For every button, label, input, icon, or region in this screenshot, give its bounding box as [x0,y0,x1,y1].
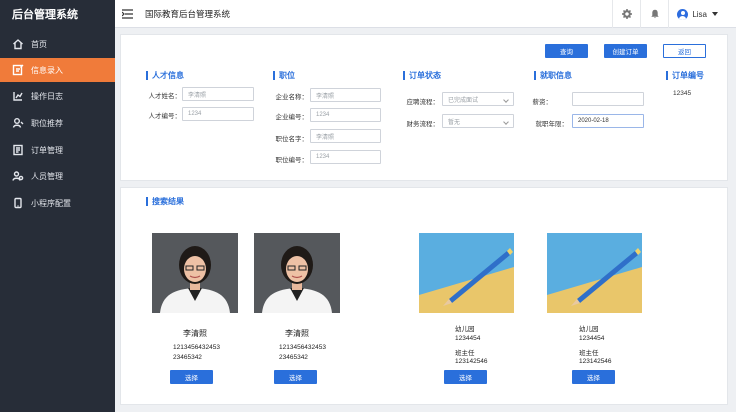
order-icon [12,144,24,156]
select-button[interactable]: 选择 [572,370,615,384]
header-actions: Lisa [612,0,736,28]
school-detail: 班主任 [455,350,475,357]
sidebar-item-label: 小程序配置 [31,198,71,208]
query-button[interactable]: 查询 [545,44,588,58]
company-name-label: 企业名称： [275,94,309,101]
person-detail: 23465342 [173,354,202,361]
section-title-employment: 就职信息 [534,71,572,80]
person-name: 李清照 [183,329,207,338]
sidebar-item-job-recommend[interactable]: 职位推荐 [0,111,115,135]
people-icon [12,170,24,182]
person-detail: 1213456432453 [279,344,326,351]
finance-process-select[interactable]: 暂无 [442,114,514,128]
job-id-label: 职位编号： [275,157,309,164]
apply-process-select[interactable]: 已完成面试 [442,92,514,106]
sidebar-item-label: 职位推荐 [31,118,63,128]
sidebar-item-label: 首页 [31,39,47,49]
section-title-position: 职位 [273,71,295,80]
sidebar-item-order-management[interactable]: 订单管理 [0,138,115,162]
gear-icon [621,9,632,19]
company-id-label: 企业编号： [275,114,309,121]
notifications-button[interactable] [640,0,668,28]
search-form-panel: 查询 创建订单 返回 人才信息 人才姓名： 李清照 人才编号： 1234 职位 … [120,34,728,181]
caret-down-icon [712,12,718,16]
select-button[interactable]: 选择 [274,370,317,384]
menu-toggle-icon[interactable] [122,8,134,20]
sidebar-item-home[interactable]: 首页 [0,32,115,56]
user-name: Lisa [692,9,707,19]
user-search-icon [12,117,24,129]
top-header: 国际教育后台管理系统 Lisa [115,0,736,28]
school-image[interactable] [419,233,514,313]
person-name: 李清照 [285,329,309,338]
sidebar-item-mini-program-config[interactable]: 小程序配置 [0,191,115,215]
job-name-label: 职位名字： [275,136,309,143]
apply-process-label: 应聘流程： [406,99,440,106]
sidebar-item-label: 人员管理 [31,171,63,181]
sidebar: 后台管理系统 首页 信息录入 操作日志 职位推荐 订单管理 人员管理 小程序配置 [0,0,115,412]
section-title-order-number: 订单编号 [666,71,704,80]
sidebar-item-operation-log[interactable]: 操作日志 [0,84,115,108]
finance-process-label: 财务流程： [406,121,440,128]
log-icon [12,90,24,102]
person-photo[interactable] [152,233,238,313]
sidebar-item-label: 操作日志 [31,91,63,101]
select-button[interactable]: 选择 [170,370,213,384]
search-results-panel: 搜索结果 李清照 1213456432453 23465342 选择 李清照 1… [120,187,728,405]
settings-button[interactable] [612,0,640,28]
talent-name-label: 人才姓名： [148,93,182,100]
home-icon [12,38,24,50]
school-detail: 1234454 [455,335,481,342]
bell-icon [651,9,659,19]
section-title-order-status: 订单状态 [403,71,441,80]
sidebar-item-label: 订单管理 [31,145,63,155]
school-detail: 123142546 [579,358,612,365]
company-name-input[interactable]: 李清照 [310,88,381,102]
sidebar-item-people-management[interactable]: 人员管理 [0,164,115,188]
back-button[interactable]: 返回 [663,44,706,58]
person-detail: 23465342 [279,354,308,361]
mini-program-icon [12,197,24,209]
create-order-button[interactable]: 创建订单 [604,44,647,58]
employment-date-input[interactable]: 2020-02-18 [572,114,644,128]
avatar [677,8,689,20]
talent-id-label: 人才编号： [148,113,182,120]
edit-icon [12,64,24,76]
sidebar-item-label: 信息录入 [31,65,63,75]
brand-title: 后台管理系统 [12,9,78,21]
school-image[interactable] [547,233,642,313]
page-title: 国际教育后台管理系统 [145,8,231,19]
select-button[interactable]: 选择 [444,370,487,384]
person-detail: 1213456432453 [173,344,220,351]
salary-input[interactable] [572,92,644,106]
salary-label: 薪资： [532,99,553,106]
talent-id-input[interactable]: 1234 [182,107,254,121]
school-detail: 幼儿园 [579,326,599,333]
school-detail: 幼儿园 [455,326,475,333]
school-detail: 班主任 [579,350,599,357]
employment-date-label: 就职年限： [535,121,569,128]
person-photo[interactable] [254,233,340,313]
school-detail: 1234454 [579,335,605,342]
job-id-input[interactable]: 1234 [310,150,381,164]
company-id-input[interactable]: 1234 [310,108,381,122]
order-number-value: 12345 [673,90,692,97]
section-title-talent: 人才信息 [146,71,184,80]
user-menu[interactable]: Lisa [668,0,736,28]
sidebar-item-info-entry[interactable]: 信息录入 [0,58,115,82]
school-detail: 123142546 [455,358,488,365]
job-name-input[interactable]: 李清照 [310,129,381,143]
results-title: 搜索结果 [146,197,184,206]
talent-name-input[interactable]: 李清照 [182,87,254,101]
